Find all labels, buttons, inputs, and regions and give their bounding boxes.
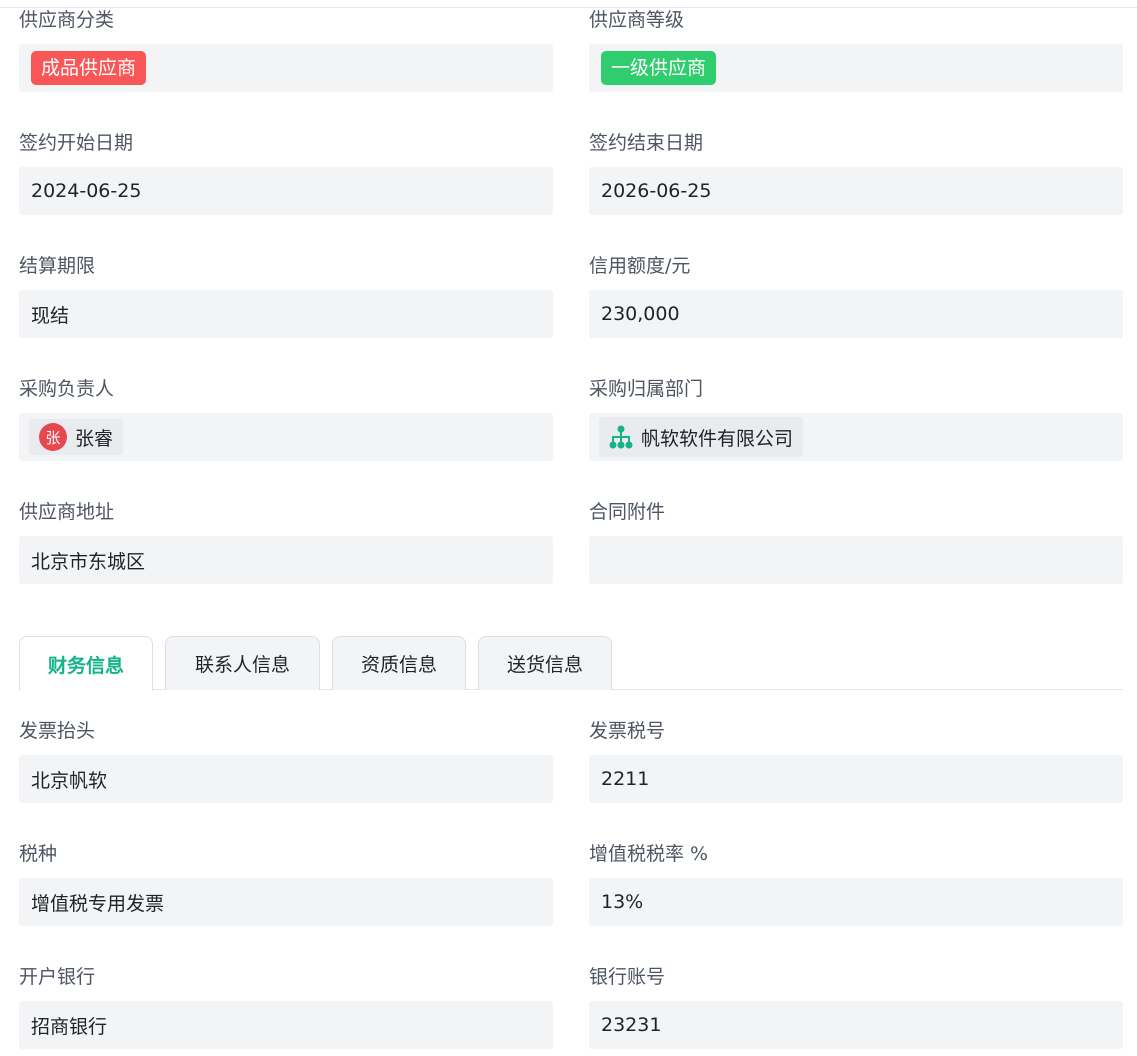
tax-no-field: 发票税号 2211 <box>589 720 1123 803</box>
field-label: 供应商等级 <box>589 9 685 31</box>
field-label: 发票抬头 <box>19 720 96 742</box>
field-label: 合同附件 <box>589 501 666 523</box>
tax-type-field: 税种 增值税专用发票 <box>19 843 553 926</box>
buyer-field: 采购负责人 张 张睿 <box>19 378 553 461</box>
field-label: 税种 <box>19 843 58 865</box>
invoice-title-value: 北京帆软 <box>19 755 553 803</box>
tab-qualification[interactable]: 资质信息 <box>332 636 466 690</box>
start-date-value: 2024-06-25 <box>19 167 553 215</box>
tab-delivery[interactable]: 送货信息 <box>478 636 612 690</box>
vat-rate-value: 13% <box>589 878 1123 926</box>
vat-rate-field: 增值税税率 % 13% <box>589 843 1123 926</box>
supplier-category-tag: 成品供应商 <box>31 51 147 85</box>
settlement-field: 结算期限 现结 <box>19 255 553 338</box>
department-name: 帆软软件有限公司 <box>641 427 794 450</box>
tab-finance[interactable]: 财务信息 <box>19 636 153 691</box>
field-label: 供应商地址 <box>19 501 115 523</box>
tab-contacts[interactable]: 联系人信息 <box>165 636 320 690</box>
field-label: 结算期限 <box>19 255 96 277</box>
field-label: 信用额度/元 <box>589 255 691 277</box>
invoice-title-field: 发票抬头 北京帆软 <box>19 720 553 803</box>
attachment-value[interactable] <box>589 536 1123 584</box>
settlement-value: 现结 <box>19 290 553 338</box>
field-label: 银行账号 <box>589 966 666 988</box>
tab-bar: 财务信息 联系人信息 资质信息 送货信息 <box>19 636 1123 691</box>
address-field: 供应商地址 北京市东城区 <box>19 501 553 584</box>
supplier-level-field: 供应商等级 一级供应商 <box>589 9 1123 92</box>
field-label: 采购归属部门 <box>589 378 704 400</box>
field-label: 签约开始日期 <box>19 132 134 154</box>
end-date-value: 2026-06-25 <box>589 167 1123 215</box>
address-value: 北京市东城区 <box>19 536 553 584</box>
field-label: 增值税税率 % <box>589 843 709 865</box>
bank-value: 招商银行 <box>19 1001 553 1049</box>
bank-field: 开户银行 招商银行 <box>19 966 553 1049</box>
account-value: 23231 <box>589 1001 1123 1049</box>
account-field: 银行账号 23231 <box>589 966 1123 1049</box>
avatar: 张 <box>39 423 67 451</box>
start-date-field: 签约开始日期 2024-06-25 <box>19 132 553 215</box>
department-chip: 帆软软件有限公司 <box>599 417 804 457</box>
field-label: 签约结束日期 <box>589 132 704 154</box>
attachment-field: 合同附件 <box>589 501 1123 584</box>
end-date-field: 签约结束日期 2026-06-25 <box>589 132 1123 215</box>
supplier-level-tag: 一级供应商 <box>601 51 717 85</box>
field-label: 采购负责人 <box>19 378 115 400</box>
user-chip: 张 张睿 <box>29 419 124 455</box>
credit-field: 信用额度/元 230,000 <box>589 255 1123 338</box>
field-label: 发票税号 <box>589 720 666 742</box>
supplier-category-field: 供应商分类 成品供应商 <box>19 9 553 92</box>
buyer-name: 张睿 <box>75 427 114 450</box>
credit-value: 230,000 <box>589 290 1123 338</box>
field-label: 供应商分类 <box>19 9 115 31</box>
org-chart-icon <box>609 425 633 449</box>
tax-type-value: 增值税专用发票 <box>19 878 553 926</box>
department-field: 采购归属部门 帆软软件有限公司 <box>589 378 1123 461</box>
top-divider <box>0 7 1137 8</box>
field-label: 开户银行 <box>19 966 96 988</box>
tax-no-value: 2211 <box>589 755 1123 803</box>
